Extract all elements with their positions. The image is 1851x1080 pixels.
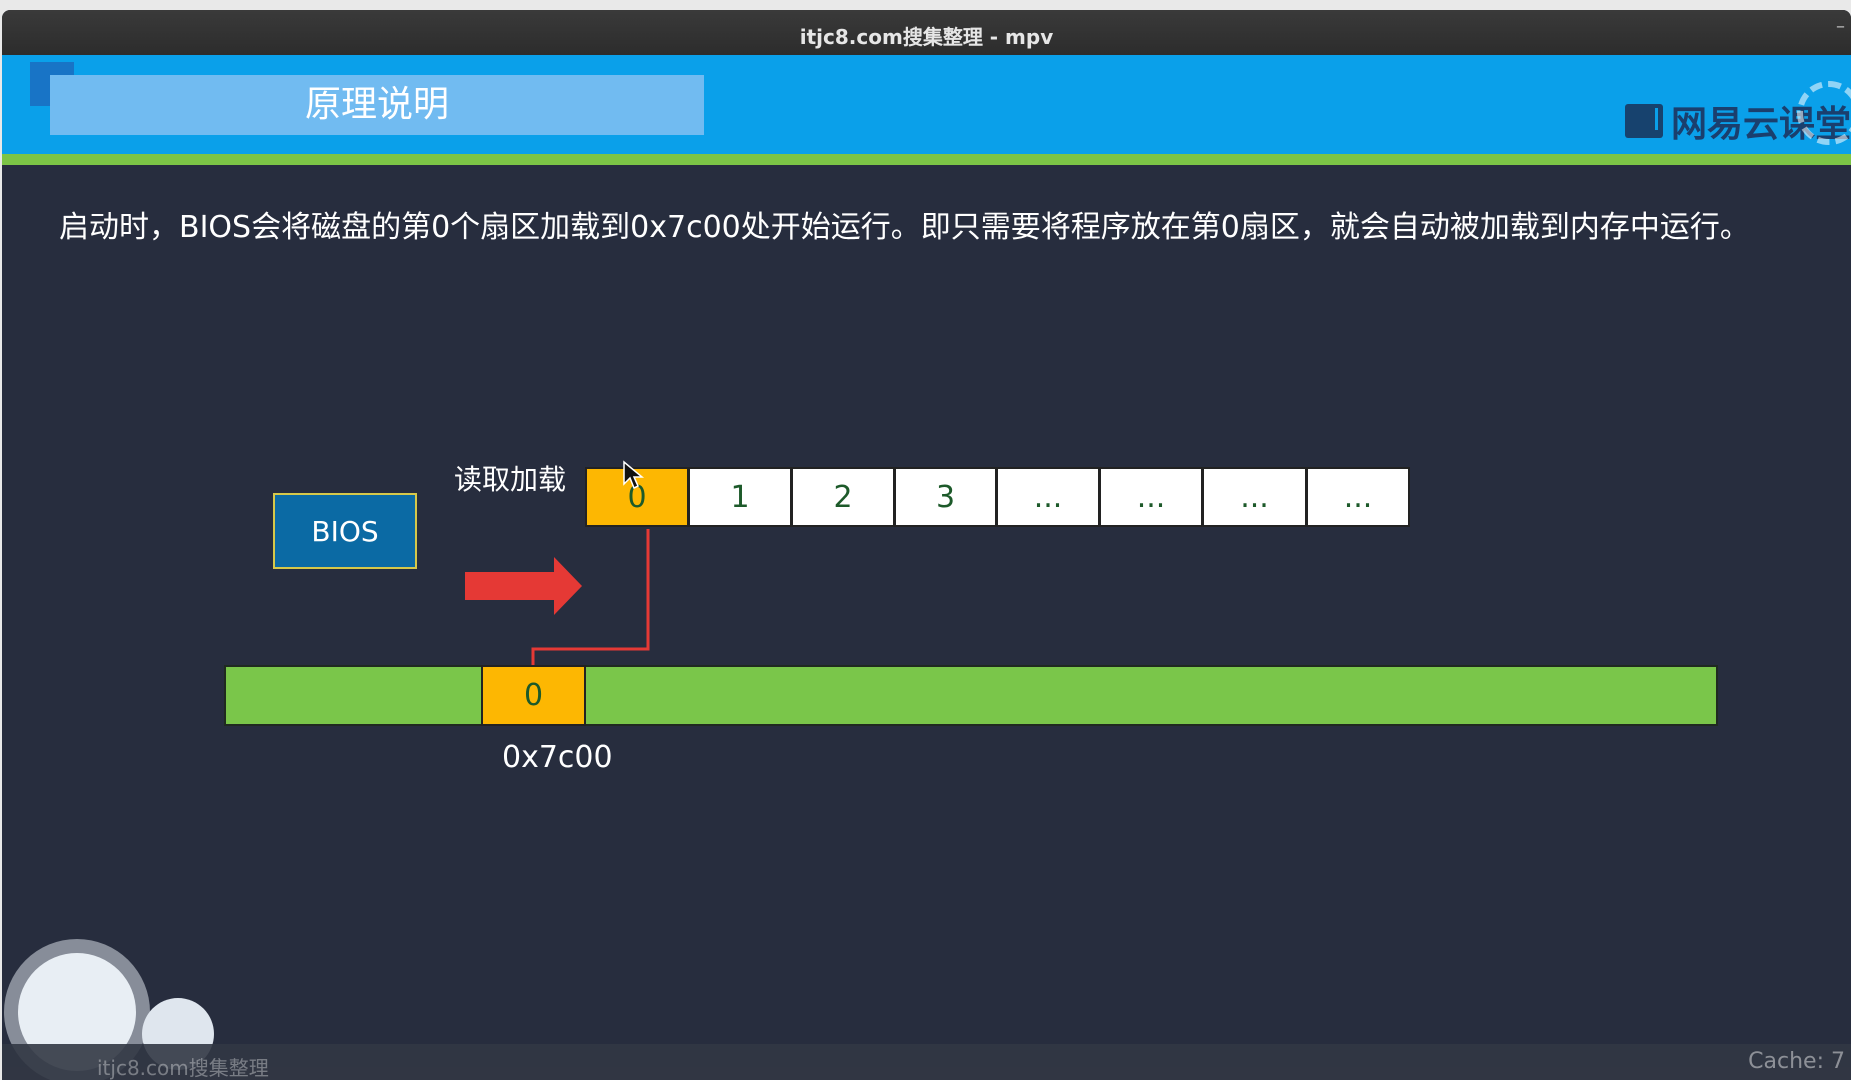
diagram-arrows xyxy=(465,460,650,718)
memory-bar xyxy=(224,665,1718,726)
memory-cell-0: 0 xyxy=(481,665,586,726)
memory-address-label: 0x7c00 xyxy=(502,740,613,775)
video-frame[interactable]: 原理说明 网易云课堂 启动时，BIOS会将磁盘的第0个扇区加载到0x7c00处开… xyxy=(2,55,1851,1067)
window-title: itjc8.com搜集整理 - mpv xyxy=(799,25,1054,49)
cache-status: Cache: 7 xyxy=(1748,1049,1845,1074)
watermark-text: itjc8.com搜集整理 xyxy=(97,1056,269,1080)
title-bar[interactable]: itjc8.com搜集整理 - mpv – xyxy=(2,10,1851,55)
load-arrow-icon xyxy=(465,557,582,615)
minimize-button[interactable]: – xyxy=(1836,16,1845,37)
mouse-cursor-icon xyxy=(623,460,645,490)
mpv-window: itjc8.com搜集整理 - mpv – 原理说明 网易云课堂 启动时，BIO… xyxy=(2,10,1851,1080)
osc-bar[interactable]: itjc8.com搜集整理 Cache: 7 xyxy=(2,1044,1851,1080)
